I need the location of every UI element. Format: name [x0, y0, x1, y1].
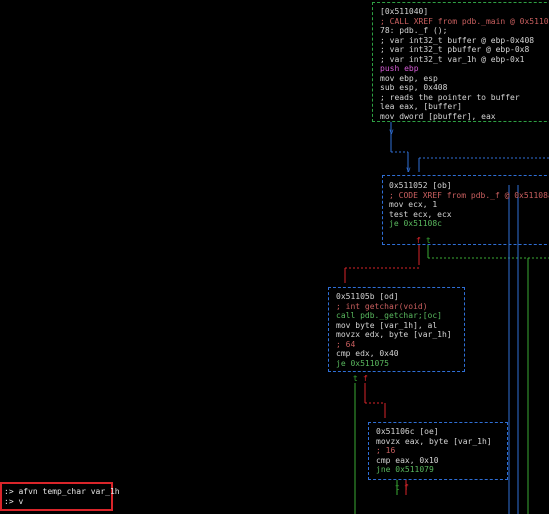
compare-jne: jne 0x511079 — [376, 465, 434, 474]
loop-head-xref-comment: ; CODE XREF from pdb._f @ 0x51108a — [389, 190, 549, 200]
loop-head-mov-ecx: mov ecx, 1 — [389, 200, 438, 209]
entry-comment-reads: ; reads the pointer to buffer — [380, 92, 520, 102]
getchar-signature-comment: ; int getchar(void) — [336, 301, 428, 311]
console-command-afvn: :> afvn temp_char var_1h — [4, 487, 120, 496]
compare-block[interactable]: 0x51106c [oe] movzx eax, byte [var_1h] ;… — [368, 422, 508, 480]
entry-var-buffer: ; var int32_t buffer @ ebp-0x408 — [380, 35, 535, 45]
getchar-false-label: f — [363, 374, 368, 383]
entry-offset: [0x511040] — [380, 7, 429, 16]
compare-cmp: cmp eax, 0x10 — [376, 455, 439, 465]
entry-mov-ebp: mov ebp, esp — [380, 73, 438, 83]
getchar-true-label: t — [353, 374, 358, 383]
getchar-call: call pdb._getchar;[oc] — [336, 311, 442, 320]
compare-movzx: movzx eax, byte [var_1h] — [376, 436, 492, 446]
entry-var-var1h: ; var int32_t var_1h @ ebp-0x1 — [380, 54, 525, 64]
loop-head-false-label: f — [416, 236, 421, 245]
loop-arrow-label: v — [406, 165, 411, 174]
compare-false-label: f — [404, 483, 409, 492]
entry-lea-eax: lea eax, [buffer] — [380, 102, 462, 111]
entry-arrow-label: v — [389, 127, 394, 136]
getchar-offset: 0x51105b [od] — [336, 292, 399, 301]
loop-head-block[interactable]: 0x511052 [ob] ; CODE XREF from pdb._f @ … — [382, 175, 549, 245]
console-command-v: :> v — [4, 497, 24, 506]
compare-true-label: t — [395, 483, 400, 492]
entry-sub-esp: sub esp, 0x408 — [380, 83, 448, 92]
getchar-cmp: cmp edx, 0x40 — [336, 349, 399, 358]
getchar-je: je 0x511075 — [336, 358, 389, 368]
getchar-movzx: movzx edx, byte [var_1h] — [336, 330, 452, 339]
entry-block[interactable]: [0x511040] ; CALL XREF from pdb._main @ … — [372, 2, 549, 122]
entry-xref-comment: ; CALL XREF from pdb._main @ 0x5110 — [380, 16, 549, 26]
command-console[interactable]: :> afvn temp_char var_1h :> v — [0, 482, 120, 511]
entry-var-pbuffer: ; var int32_t pbuffer @ ebp-0x8 — [380, 45, 530, 54]
compare-offset: 0x51106c [oe] — [376, 427, 439, 436]
compare-comment-16: ; 16 — [376, 446, 396, 455]
loop-head-je: je 0x51108c — [389, 219, 442, 228]
loop-head-true-label: t — [426, 236, 431, 245]
entry-mov-pbuffer: mov dword [pbuffer], eax — [380, 111, 496, 121]
loop-head-test: test ecx, ecx — [389, 209, 452, 219]
loop-head-offset: 0x511052 [ob] — [389, 181, 452, 190]
entry-push-ebp: push ebp — [380, 64, 419, 73]
getchar-comment-64: ; 64 — [336, 339, 356, 349]
getchar-mov-byte: mov byte [var_1h], al — [336, 320, 438, 330]
getchar-block[interactable]: 0x51105b [od] ; int getchar(void) call p… — [328, 287, 465, 372]
entry-function-signature: 78: pdb._f (); — [380, 26, 448, 35]
